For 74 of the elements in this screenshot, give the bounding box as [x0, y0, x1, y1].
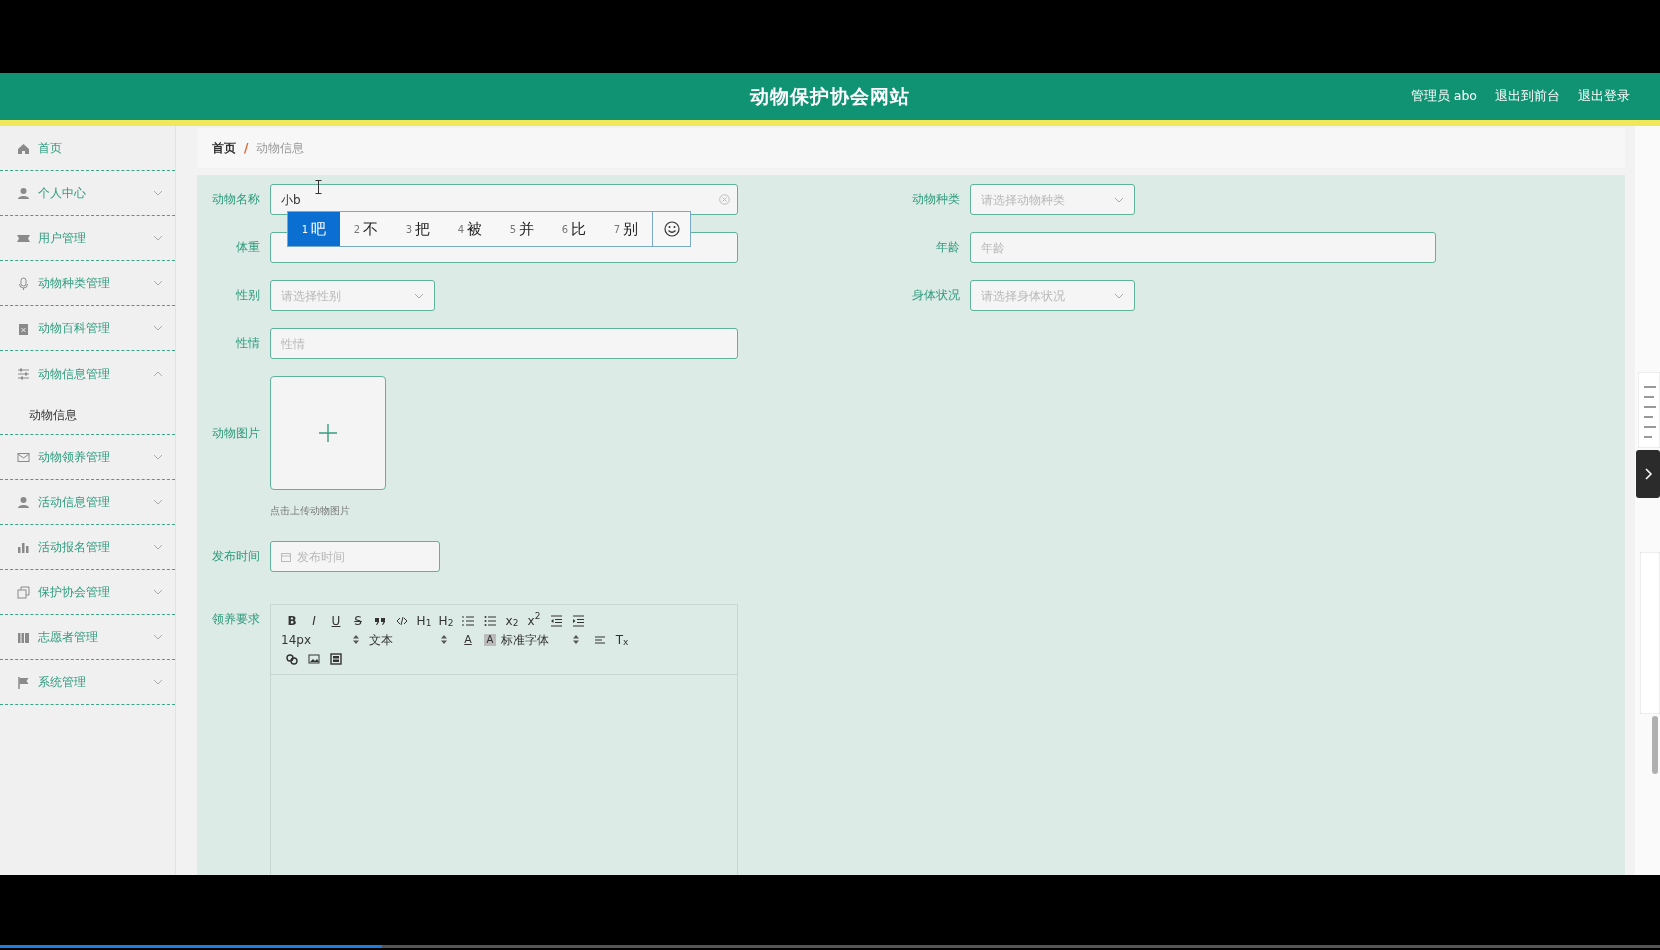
- flag-icon: [17, 675, 30, 689]
- ime-candidate[interactable]: 6 比: [548, 212, 600, 246]
- chevron-icon: [1114, 292, 1124, 299]
- link-icon[interactable]: [286, 652, 298, 665]
- bullet-list-icon[interactable]: [484, 614, 496, 627]
- chevron-icon: [414, 292, 424, 299]
- breadcrumb-separator: /: [244, 140, 249, 157]
- site-title: 动物保护协会网站: [750, 84, 910, 110]
- toolbar-button[interactable]: T$_{x}$: [611, 630, 633, 649]
- thumbnail-preview[interactable]: [1638, 372, 1660, 448]
- ime-candidate[interactable]: 1 吧: [288, 212, 340, 246]
- bold-button[interactable]: B: [281, 611, 303, 630]
- breadcrumb-item[interactable]: 首页: [212, 139, 236, 157]
- ime-candidate[interactable]: 3 把: [392, 212, 444, 246]
- ime-candidate[interactable]: 7 别: [600, 212, 652, 246]
- side-tab[interactable]: [1636, 450, 1660, 498]
- smiley-icon[interactable]: [663, 221, 680, 237]
- field-label: 领养要求: [211, 611, 260, 629]
- field-label: 身体状况: [911, 287, 960, 304]
- submenu-item[interactable]: 动物信息: [0, 396, 175, 434]
- sliders-icon: [17, 367, 30, 380]
- underline-button[interactable]: U: [325, 611, 347, 630]
- header-link[interactable]: 退出登录: [1578, 87, 1630, 106]
- toolbar-select[interactable]: 14px: [281, 630, 369, 649]
- clipboard-icon: [17, 321, 30, 335]
- toolbar-button[interactable]: H$_{2}$: [435, 611, 457, 630]
- toolbar-button[interactable]: x$_{2}$: [501, 611, 523, 630]
- microphone-icon: [17, 276, 30, 290]
- chevron-icon: [1114, 196, 1124, 203]
- stepper-icon: [441, 635, 447, 645]
- film-icon[interactable]: [330, 652, 342, 665]
- strikethrough-button[interactable]: S: [347, 611, 369, 630]
- text-cursor-icon: [315, 180, 322, 194]
- scrollbar-thumb[interactable]: [1652, 716, 1658, 774]
- rich-text-editor[interactable]: B I U S H$_{1}$ H$_{2}$ x$_{2}$ x$^{2}$ 14px 文本 A A 标准字体 T$_{x}$: [270, 604, 738, 875]
- calendar-icon: [281, 551, 291, 562]
- toolbar-select[interactable]: 标准字体: [501, 630, 589, 649]
- stepper-icon: [573, 635, 579, 645]
- code-icon[interactable]: [396, 614, 408, 627]
- breadcrumb-item: 动物信息: [256, 140, 305, 157]
- ime-candidate[interactable]: 2 不: [340, 212, 392, 246]
- outdent-icon[interactable]: [550, 614, 562, 627]
- field-label: 动物种类: [911, 191, 960, 208]
- toolbar-select[interactable]: 文本: [369, 630, 457, 649]
- mail-icon: [17, 450, 30, 464]
- bar-chart-icon: [17, 540, 30, 554]
- user-icon: [17, 186, 30, 200]
- home-icon: [17, 141, 30, 155]
- italic-button[interactable]: I: [303, 611, 325, 630]
- field-label: 发布时间: [211, 548, 260, 566]
- header-link[interactable]: 管理员 abo: [1410, 87, 1477, 106]
- ime-candidate[interactable]: 4 被: [444, 212, 496, 246]
- numbered-list-icon[interactable]: [462, 614, 474, 627]
- field-label: 动物名称: [211, 191, 260, 208]
- library-icon: [17, 630, 30, 644]
- align-icon[interactable]: [594, 633, 606, 646]
- plus-icon: [319, 424, 337, 442]
- copy-icon: [17, 585, 30, 599]
- header-link[interactable]: 退出到前台: [1495, 87, 1560, 106]
- upload-hint: 点击上传动物图片: [270, 504, 351, 518]
- field-label: 性情: [235, 335, 260, 352]
- field-label: 动物图片: [211, 425, 260, 442]
- field-label: 年龄: [935, 239, 960, 256]
- stepper-icon: [353, 635, 359, 645]
- image-icon[interactable]: [308, 652, 320, 665]
- indent-icon[interactable]: [572, 614, 584, 627]
- toolbar-button[interactable]: x$^{2}$: [523, 611, 545, 630]
- field-label: 性别: [235, 287, 260, 304]
- font-color-button[interactable]: A: [457, 630, 479, 649]
- background-color-button[interactable]: A: [484, 633, 496, 646]
- user-icon: [17, 495, 30, 509]
- ime-candidate[interactable]: 5 并: [496, 212, 548, 246]
- field-label: 体重: [235, 239, 260, 256]
- toolbar-button[interactable]: H$_{1}$: [413, 611, 435, 630]
